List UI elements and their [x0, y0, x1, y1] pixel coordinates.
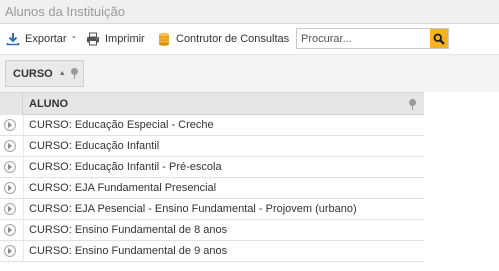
group-row-label: CURSO: Educação Infantil - Pré-escola	[29, 161, 222, 173]
expand-icon[interactable]	[4, 224, 16, 236]
print-label: Imprimir	[105, 33, 145, 45]
expand-icon[interactable]	[4, 161, 16, 173]
panel-title: Alunos da Instituição	[0, 0, 499, 24]
students-panel: Alunos da Instituição Exportar - Imprimi…	[0, 0, 499, 271]
printer-icon	[87, 32, 99, 46]
search-input[interactable]	[297, 29, 429, 48]
search-button[interactable]	[430, 29, 448, 48]
group-row[interactable]: CURSO: Ensino Fundamental de 9 anos	[0, 241, 424, 262]
export-button[interactable]: Exportar	[6, 30, 67, 48]
pin-icon[interactable]	[409, 99, 416, 110]
group-row[interactable]: CURSO: Ensino Fundamental de 8 anos	[0, 220, 424, 241]
grid-body: CURSO: Educação Especial - Creche CURSO:…	[0, 115, 424, 262]
expand-icon[interactable]	[4, 203, 16, 215]
export-label: Exportar	[25, 33, 67, 45]
expand-icon[interactable]	[4, 119, 16, 131]
group-chip-curso[interactable]: CURSO ▲	[5, 60, 84, 87]
grid-header: ALUNO	[0, 92, 424, 115]
group-row[interactable]: CURSO: EJA Fundamental Presencial	[0, 178, 424, 199]
search-box	[296, 28, 449, 49]
search-icon	[433, 33, 445, 45]
group-row[interactable]: CURSO: Educação Especial - Creche	[0, 115, 424, 136]
group-row-label: CURSO: Ensino Fundamental de 9 anos	[29, 245, 228, 257]
download-icon	[6, 33, 20, 46]
group-row-label: CURSO: Ensino Fundamental de 8 anos	[29, 224, 228, 236]
print-button[interactable]: Imprimir	[86, 30, 145, 48]
column-header-aluno[interactable]: ALUNO	[29, 98, 68, 110]
database-icon	[158, 32, 170, 46]
group-row[interactable]: CURSO: EJA Pesencial - Ensino Fundamenta…	[0, 199, 424, 220]
pin-icon[interactable]	[70, 68, 78, 79]
group-panel: CURSO ▲	[0, 54, 499, 92]
group-row[interactable]: CURSO: Educação Infantil	[0, 136, 424, 157]
sort-ascending-icon[interactable]: ▲	[59, 70, 66, 77]
toolbar-separator: -	[72, 31, 76, 43]
expand-icon[interactable]	[4, 245, 16, 257]
expand-icon[interactable]	[4, 140, 16, 152]
group-row-label: CURSO: EJA Pesencial - Ensino Fundamenta…	[29, 203, 357, 215]
group-row[interactable]: CURSO: Educação Infantil - Pré-escola	[0, 157, 424, 178]
group-chip-label: CURSO	[13, 67, 53, 80]
query-builder-button[interactable]: Contrutor de Consultas	[157, 30, 289, 48]
grid-header-gutter	[0, 93, 23, 115]
group-row-label: CURSO: Educação Infantil	[29, 140, 160, 152]
expand-icon[interactable]	[4, 182, 16, 194]
query-builder-label: Contrutor de Consultas	[176, 33, 290, 45]
group-row-label: CURSO: Educação Especial - Creche	[29, 119, 214, 131]
group-row-label: CURSO: EJA Fundamental Presencial	[29, 182, 217, 194]
